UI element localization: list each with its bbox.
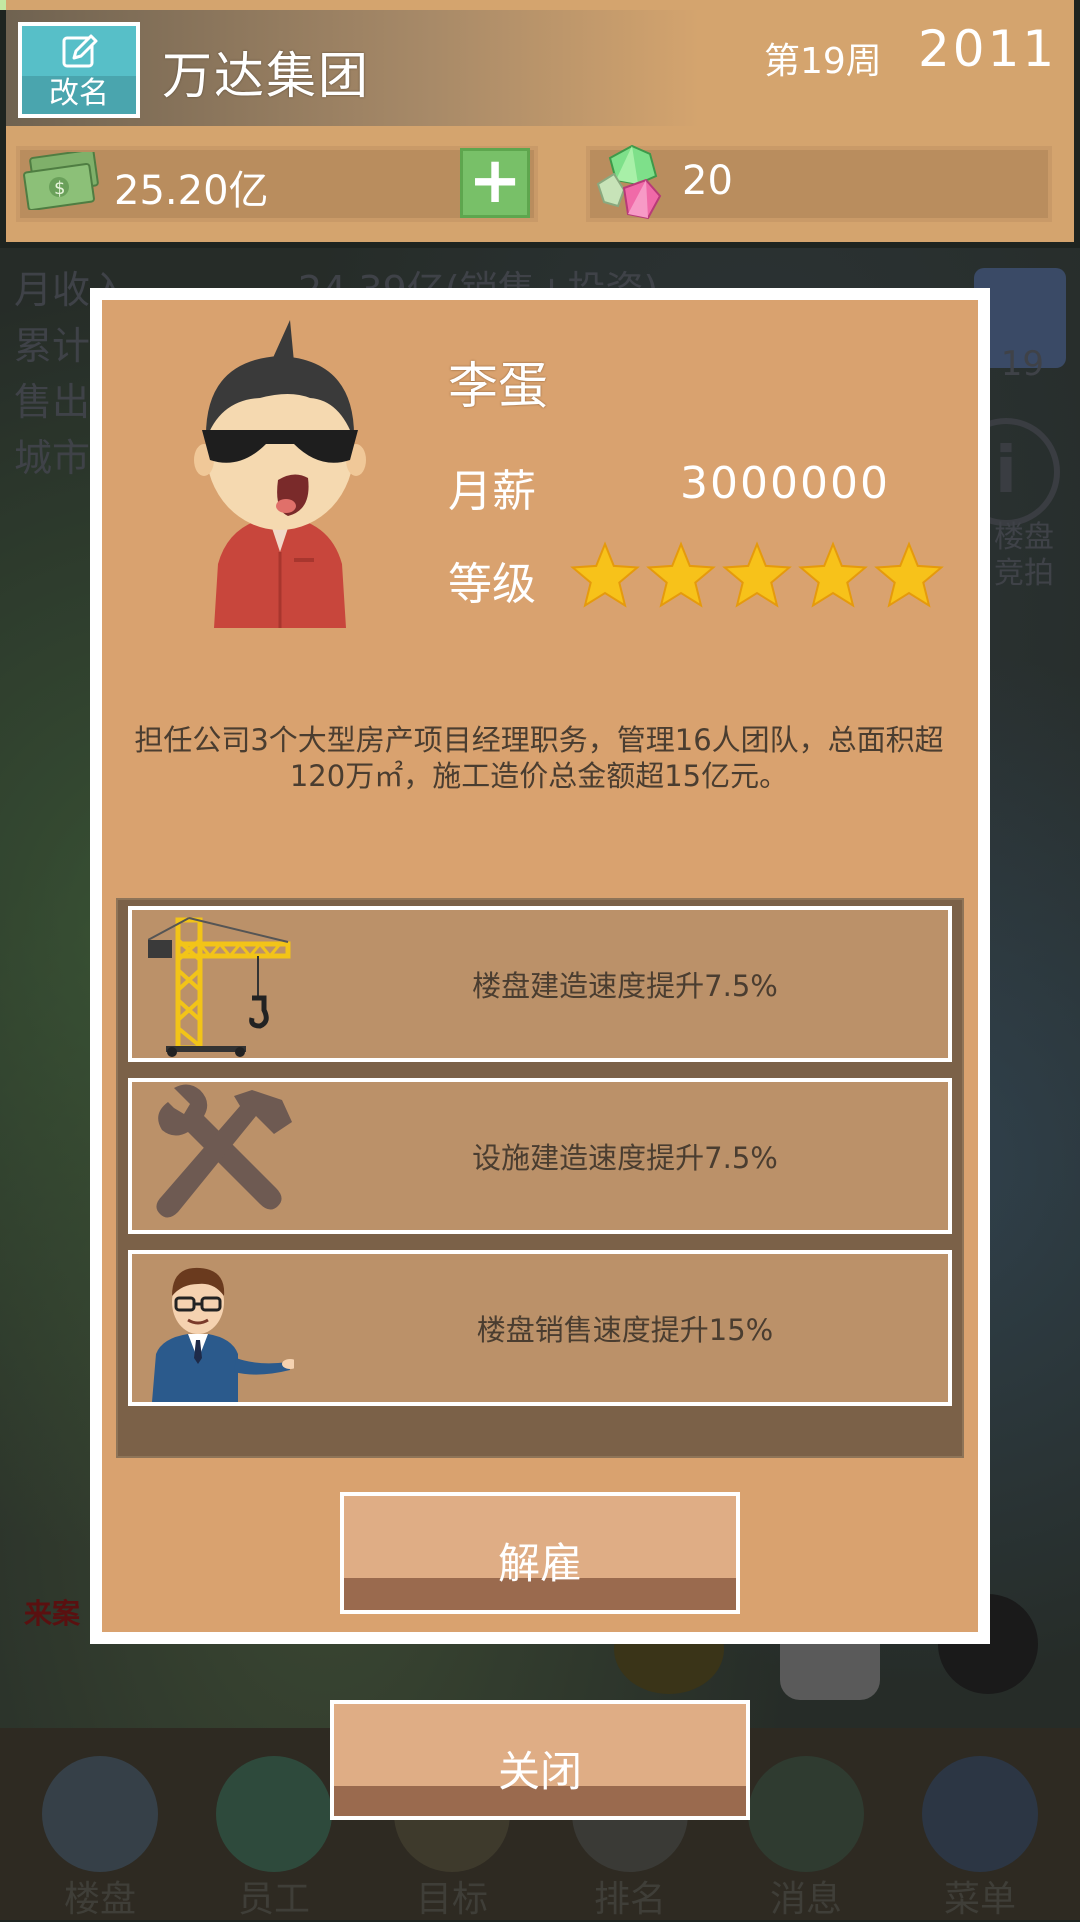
perk-text: 楼盘建造速度提升7.5%	[472, 969, 778, 1003]
perk-item: 楼盘建造速度提升7.5%	[128, 906, 952, 1062]
svg-text:$: $	[54, 178, 65, 199]
star-icon	[874, 541, 944, 608]
nav-label: 目标	[415, 1879, 488, 1920]
close-button[interactable]: 关闭	[330, 1700, 750, 1820]
level-label: 等级	[448, 559, 536, 610]
salary-value: 3000000	[680, 458, 890, 509]
nav-label: 员工	[237, 1879, 310, 1920]
rename-button[interactable]: 改名	[18, 22, 140, 118]
nav-label: 楼盘	[63, 1879, 136, 1920]
salesman-icon	[152, 1267, 294, 1402]
gift-count: 19	[1000, 344, 1044, 384]
add-money-button[interactable]: +	[460, 148, 530, 218]
star-icon	[722, 541, 792, 608]
employee-avatar	[194, 320, 366, 628]
gem-value: 20	[682, 158, 733, 204]
nav-item-messages[interactable]: 消息	[746, 1752, 866, 1920]
employee-name: 李蛋	[448, 357, 548, 415]
perk-text: 设施建造速度提升7.5%	[472, 1141, 778, 1175]
nav-item-properties[interactable]: 楼盘	[40, 1752, 160, 1920]
gem-icon	[596, 144, 662, 220]
money-value: 25.20亿	[114, 168, 269, 214]
perk-item: 楼盘销售速度提升15%	[128, 1250, 952, 1406]
salary-label: 月薪	[448, 466, 536, 517]
pencil-icon	[62, 34, 98, 68]
auction-label[interactable]: 楼盘竞拍	[994, 520, 1054, 592]
year-label: 2011	[918, 20, 1058, 78]
nav-label: 消息	[769, 1879, 842, 1920]
cash-icon: $	[23, 152, 99, 210]
menu-note-icon	[922, 1756, 1038, 1872]
wrench-hammer-icon	[156, 1084, 292, 1218]
star-icon	[646, 541, 716, 608]
building-icon	[42, 1756, 158, 1872]
dismiss-button[interactable]: 解雇	[340, 1492, 740, 1614]
close-label: 关闭	[497, 1747, 582, 1796]
perk-item: 设施建造速度提升7.5%	[128, 1078, 952, 1234]
star-icon	[570, 541, 640, 608]
employee-bio: 担任公司3个大型房产项目经理职务，管理16人团队，总面积超120万㎡，施工造价总…	[134, 723, 944, 793]
chat-icon	[748, 1756, 864, 1872]
dismiss-label: 解雇	[497, 1539, 582, 1588]
nav-item-menu[interactable]: 菜单	[920, 1752, 1040, 1920]
crane-icon	[148, 917, 291, 1057]
perk-text: 楼盘销售速度提升15%	[476, 1313, 774, 1347]
star-icon	[798, 541, 868, 608]
news-ticker: 来案	[24, 1597, 81, 1630]
level-stars	[570, 541, 944, 608]
nav-label: 排名	[593, 1879, 666, 1920]
week-label: 第19周	[764, 41, 882, 82]
nav-label: 菜单	[943, 1879, 1016, 1920]
handshake-icon	[216, 1756, 332, 1872]
company-name: 万达集团	[162, 47, 370, 105]
nav-item-staff[interactable]: 员工	[214, 1752, 334, 1920]
rename-label: 改名	[49, 76, 109, 111]
